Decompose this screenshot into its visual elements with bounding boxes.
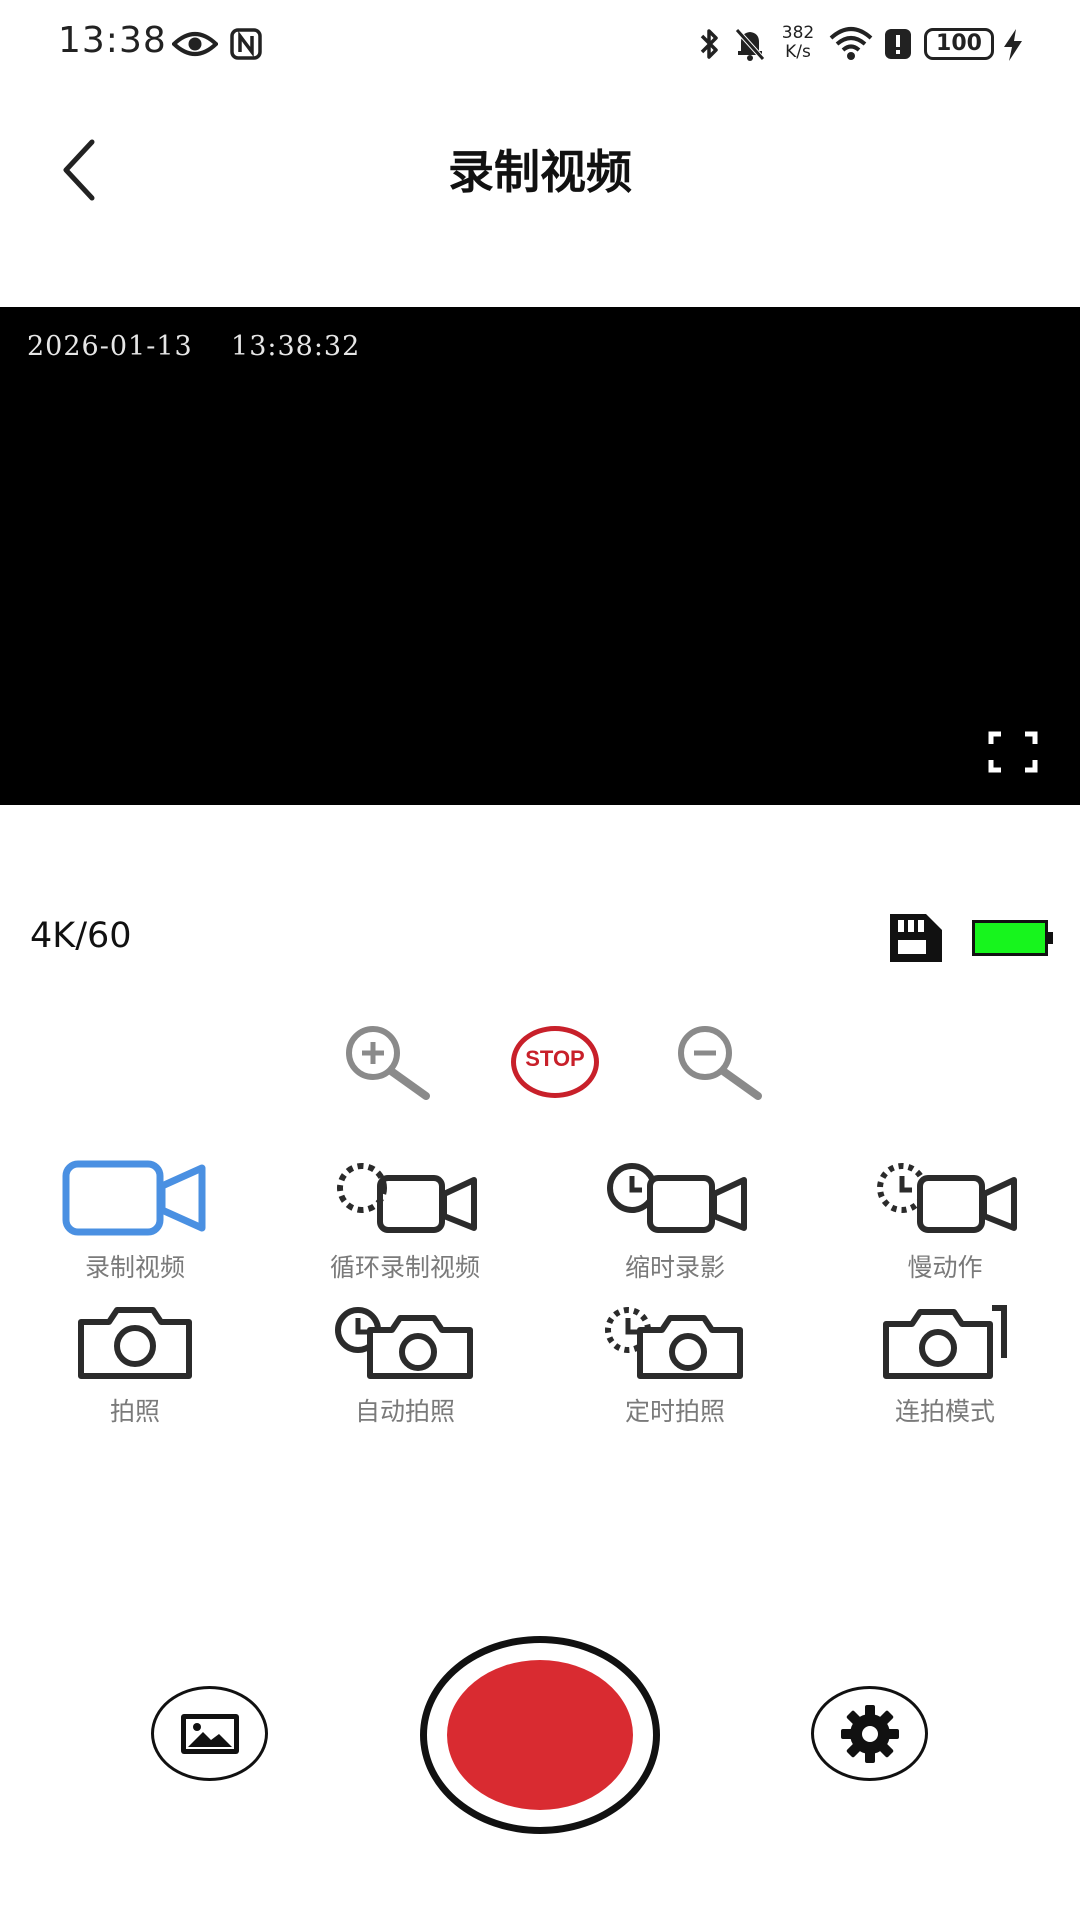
status-time: 13:38 [58, 20, 167, 61]
zoom-out-icon [678, 1026, 762, 1100]
burst-photo-icon [883, 1305, 1007, 1379]
gallery-button[interactable] [151, 1686, 268, 1781]
eye-icon [172, 32, 218, 56]
mode-label: 定时拍照 [624, 1397, 725, 1426]
settings-button[interactable] [811, 1686, 928, 1781]
mode-label: 慢动作 [907, 1253, 983, 1282]
mode-label: 循环录制视频 [329, 1253, 480, 1282]
mode-timelapse-video[interactable]: 缩时录影 [565, 1160, 785, 1290]
net-speed-value: 382 [781, 23, 815, 43]
page-title: 录制视频 [448, 145, 632, 199]
zoom-in-icon [346, 1026, 430, 1100]
video-camera-icon [62, 1160, 206, 1236]
gear-icon [840, 1704, 899, 1763]
stop-label: STOP [525, 1046, 585, 1071]
mode-label: 录制视频 [84, 1253, 185, 1282]
auto-photo-icon [335, 1307, 473, 1379]
osd-time: 13:38:32 [231, 331, 361, 362]
mode-burst-photo[interactable]: 连拍模式 [835, 1304, 1055, 1434]
gallery-icon [180, 1713, 239, 1754]
fullscreen-button[interactable] [988, 731, 1038, 773]
photo-camera-icon [78, 1307, 192, 1379]
record-button[interactable] [420, 1636, 660, 1834]
net-speed-unit: K/s [785, 42, 811, 62]
slow-motion-icon [877, 1163, 1017, 1233]
loop-video-icon [337, 1163, 477, 1233]
resolution-label: 4K/60 [30, 916, 132, 956]
net-speed: 382 K/s [776, 24, 820, 62]
osd-date: 2026-01-13 [27, 331, 193, 362]
bell-off-icon [735, 28, 765, 61]
mode-label: 自动拍照 [354, 1397, 455, 1426]
status-battery: 100 [924, 28, 994, 60]
alert-icon [885, 29, 911, 59]
mode-photo[interactable]: 拍照 [25, 1304, 245, 1434]
mode-timer-photo[interactable]: 定时拍照 [565, 1304, 785, 1434]
mode-label: 连拍模式 [894, 1397, 995, 1426]
osd-timestamp: 2026-01-13 13:38:32 [27, 331, 360, 362]
zoom-in-button[interactable] [340, 1024, 432, 1100]
timelapse-video-icon [607, 1163, 747, 1233]
fullscreen-icon [988, 731, 1038, 773]
device-battery [972, 920, 1053, 956]
mode-label: 缩时录影 [624, 1253, 725, 1282]
nfc-icon [230, 28, 262, 60]
video-preview[interactable]: 2026-01-13 13:38:32 [0, 307, 1080, 805]
record-icon [447, 1660, 633, 1810]
wifi-icon [829, 27, 873, 60]
mode-label: 拍照 [109, 1397, 160, 1426]
charging-icon [1004, 29, 1022, 61]
stop-button[interactable]: STOP [509, 1024, 601, 1100]
header: 录制视频 [0, 110, 1080, 230]
status-bar: 13:38 382 K/s 100 [0, 0, 1080, 90]
mode-loop-video[interactable]: 循环录制视频 [295, 1160, 515, 1290]
zoom-out-button[interactable] [672, 1024, 764, 1100]
mode-record-video[interactable]: 录制视频 [25, 1160, 245, 1290]
mode-slow-motion[interactable]: 慢动作 [835, 1160, 1055, 1290]
bluetooth-icon [700, 29, 718, 59]
sd-card-icon [890, 914, 942, 962]
timer-photo-icon [605, 1307, 743, 1379]
mode-auto-photo[interactable]: 自动拍照 [295, 1304, 515, 1434]
